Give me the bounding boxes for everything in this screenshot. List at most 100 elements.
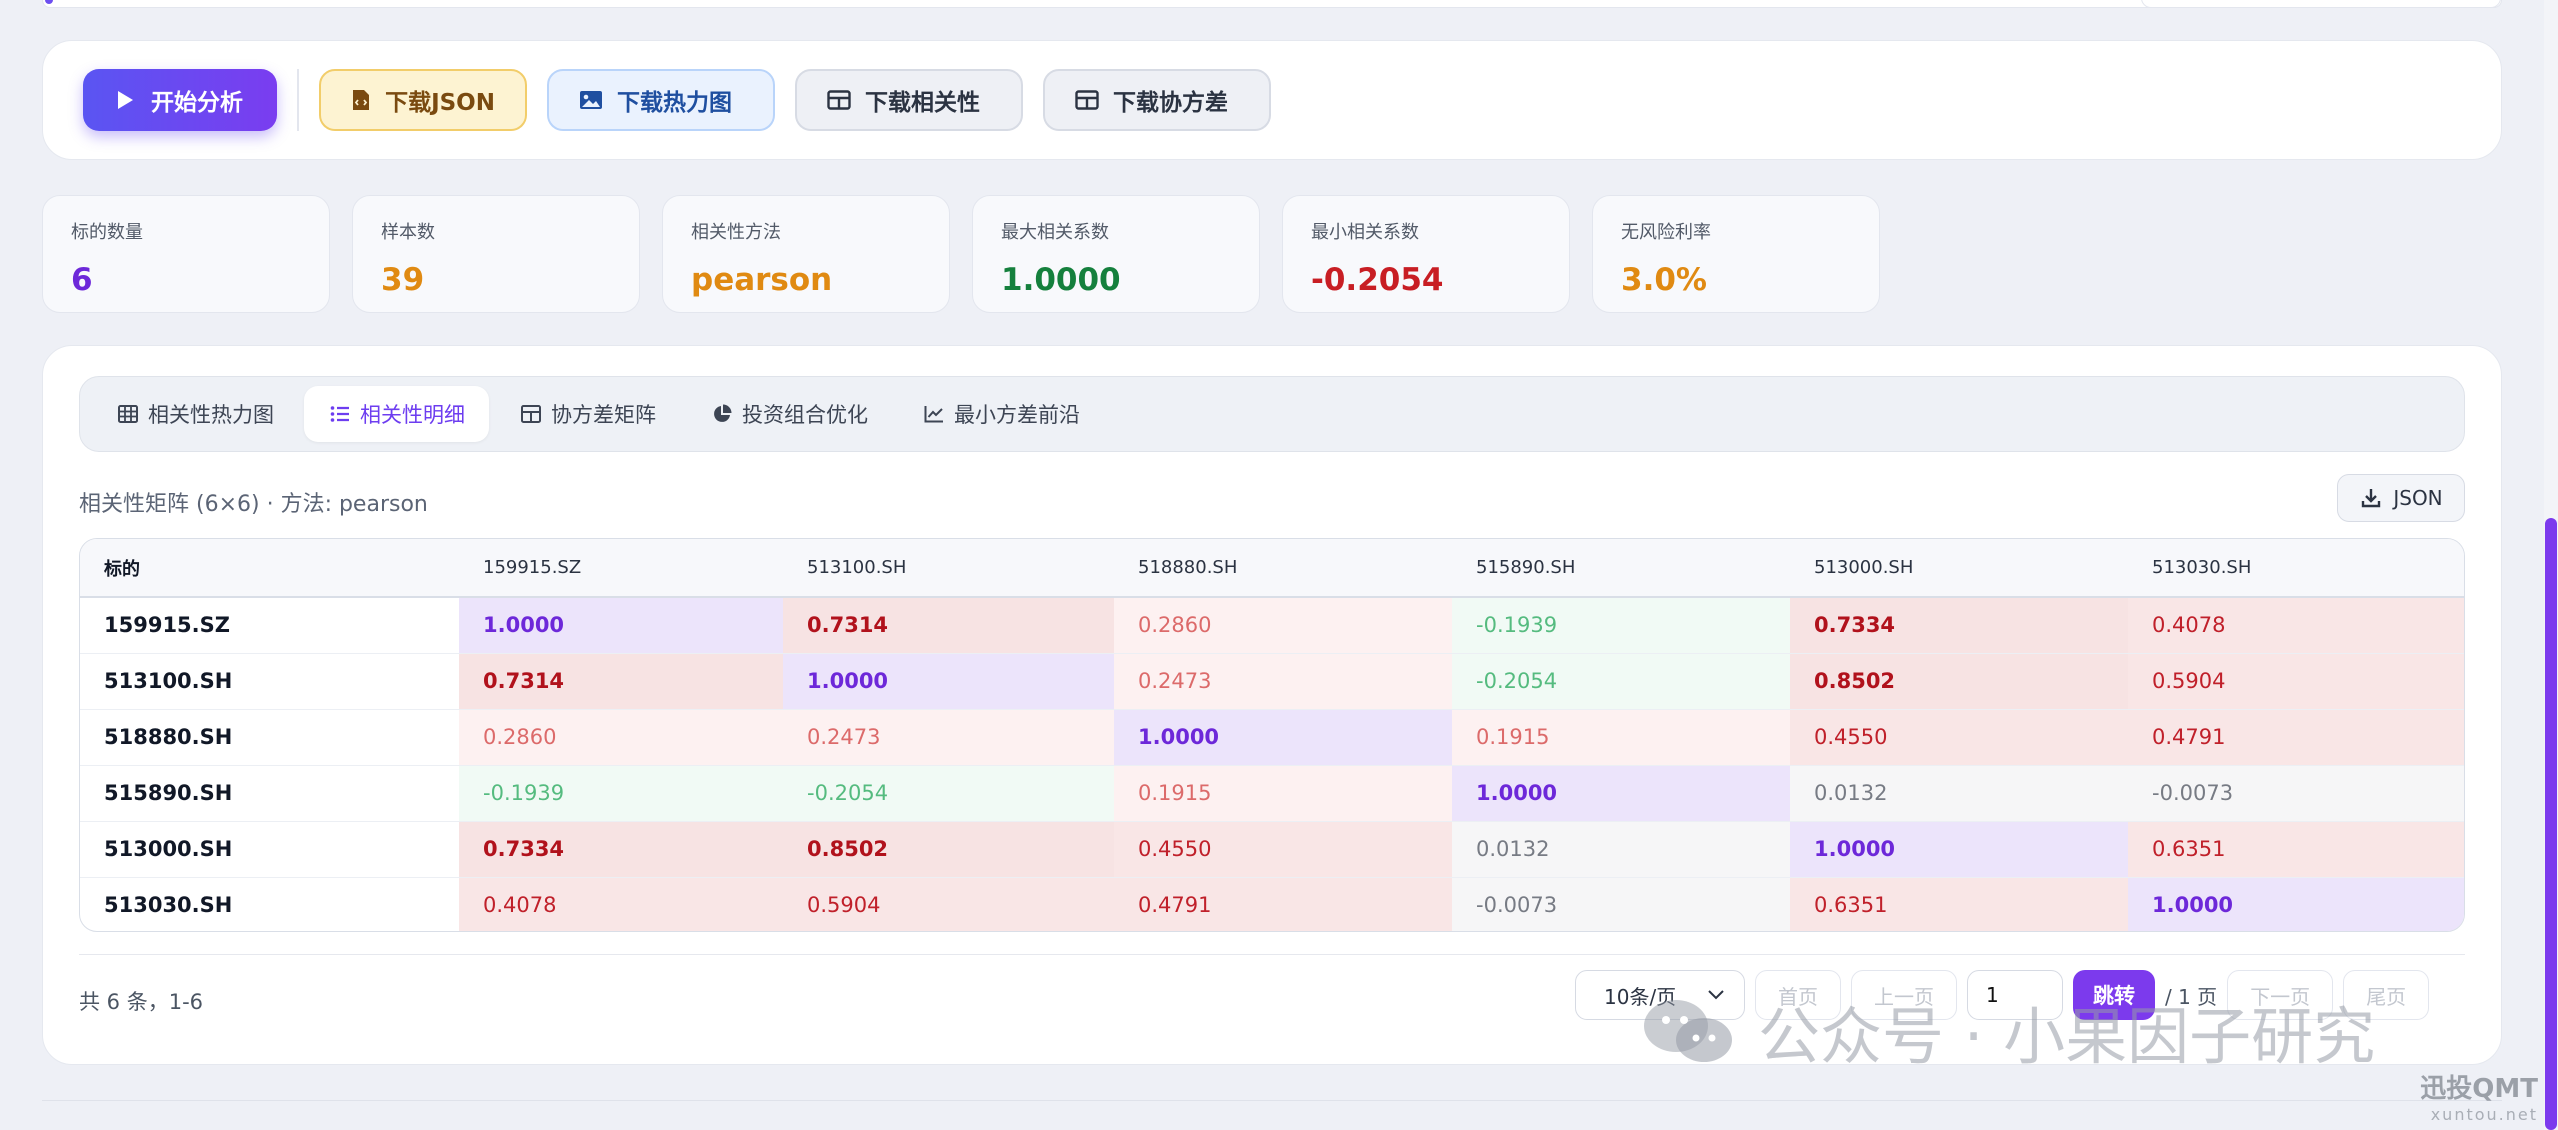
correlation-cell: 0.4791 xyxy=(2128,709,2464,766)
row-label: 513100.SH xyxy=(80,653,459,710)
download-json-button[interactable]: 下载JSON xyxy=(319,69,527,131)
row-label: 515890.SH xyxy=(80,765,459,822)
stat-value: pearson xyxy=(691,262,833,298)
stat-label: 相关性方法 xyxy=(691,222,781,243)
top-right-control[interactable] xyxy=(2141,0,2501,8)
download-covariance-button[interactable]: 下载协方差 xyxy=(1043,69,1271,131)
jump-button[interactable]: 跳转 xyxy=(2073,970,2155,1020)
column-header[interactable]: 513030.SH xyxy=(2128,539,2464,598)
tab-min-variance-frontier[interactable]: 最小方差前沿 xyxy=(898,386,1104,442)
correlation-cell: -0.2054 xyxy=(783,765,1114,822)
stat-value: 39 xyxy=(381,262,425,298)
brand-watermark: 迅投QMT xuntou.net xyxy=(2420,1068,2538,1124)
search-icon xyxy=(45,0,53,4)
pie-icon xyxy=(710,402,734,426)
download-heatmap-label: 下载热力图 xyxy=(617,90,732,116)
correlation-cell: 0.7314 xyxy=(459,653,783,710)
download-correlation-label: 下载相关性 xyxy=(865,90,980,116)
tab-label: 投资组合优化 xyxy=(742,403,868,427)
correlation-cell: 1.0000 xyxy=(1790,821,2128,878)
correlation-cell: 0.1915 xyxy=(1114,765,1452,822)
column-header[interactable]: 518880.SH xyxy=(1114,539,1452,598)
correlation-cell: 0.4791 xyxy=(1114,877,1452,931)
line-chart-icon xyxy=(922,402,946,426)
tab-correlation-detail[interactable]: 相关性明细 xyxy=(304,386,489,442)
row-label: 513000.SH xyxy=(80,821,459,878)
stat-card-sample-count: 样本数 39 xyxy=(352,195,640,313)
pagination: 10条/页 首页 上一页 跳转 / 1 页 下一页 尾页 xyxy=(1575,970,2430,1020)
correlation-cell: 0.0132 xyxy=(1790,765,2128,822)
correlation-cell: 1.0000 xyxy=(783,653,1114,710)
correlation-cell: 0.6351 xyxy=(2128,821,2464,878)
stat-value: 6 xyxy=(71,262,93,298)
stat-label: 最大相关系数 xyxy=(1001,222,1109,243)
column-header[interactable]: 159915.SZ xyxy=(459,539,783,598)
image-icon xyxy=(579,88,603,112)
result-tabs: 相关性热力图 相关性明细 协方差矩阵 投资组合优化 最小方差前沿 xyxy=(79,376,2465,452)
column-header[interactable]: 515890.SH xyxy=(1452,539,1790,598)
download-icon xyxy=(2359,486,2383,510)
row-label: 159915.SZ xyxy=(80,597,459,654)
top-search-strip xyxy=(42,0,2502,8)
export-json-label: JSON xyxy=(2393,486,2443,510)
start-analysis-label: 开始分析 xyxy=(151,90,243,116)
table-icon xyxy=(1075,88,1099,112)
correlation-cell: 0.1915 xyxy=(1452,709,1790,766)
stat-card-asset-count: 标的数量 6 xyxy=(42,195,330,313)
first-page-button[interactable]: 首页 xyxy=(1755,970,1841,1020)
matrix-title: 相关性矩阵 (6×6) · 方法: pearson xyxy=(79,492,428,517)
correlation-cell: 0.5904 xyxy=(783,877,1114,931)
correlation-cell: 0.2860 xyxy=(459,709,783,766)
brand-site: xuntou.net xyxy=(2430,1105,2538,1124)
page-number-input[interactable] xyxy=(1967,970,2063,1020)
results-panel: 相关性热力图 相关性明细 协方差矩阵 投资组合优化 最小方差前沿 相关性矩阵 (… xyxy=(42,345,2502,1065)
correlation-cell: 0.5904 xyxy=(2128,653,2464,710)
correlation-cell: 0.0132 xyxy=(1452,821,1790,878)
page-size-select[interactable]: 10条/页 xyxy=(1575,970,1745,1020)
correlation-cell: 1.0000 xyxy=(1452,765,1790,822)
list-icon xyxy=(328,402,352,426)
table-icon xyxy=(827,88,851,112)
start-analysis-button[interactable]: 开始分析 xyxy=(83,69,277,131)
tab-portfolio-optimization[interactable]: 投资组合优化 xyxy=(686,386,892,442)
play-icon xyxy=(113,88,137,112)
prev-page-button[interactable]: 上一页 xyxy=(1851,970,1957,1020)
row-label: 518880.SH xyxy=(80,709,459,766)
table-row: 518880.SH 0.2860 0.2473 1.0000 0.1915 0.4550 0… xyxy=(80,709,2464,766)
stat-label: 最小相关系数 xyxy=(1311,222,1419,243)
column-header[interactable]: 513100.SH xyxy=(783,539,1114,598)
tab-covariance-matrix[interactable]: 协方差矩阵 xyxy=(495,386,680,442)
stat-value: -0.2054 xyxy=(1311,262,1444,298)
toolbar-divider xyxy=(297,69,299,131)
stat-card-min-corr: 最小相关系数 -0.2054 xyxy=(1282,195,1570,313)
page-count: / 1 页 xyxy=(2165,984,2218,1009)
correlation-cell: 0.7334 xyxy=(459,821,783,878)
stat-card-max-corr: 最大相关系数 1.0000 xyxy=(972,195,1260,313)
stat-card-risk-free-rate: 无风险利率 3.0% xyxy=(1592,195,1880,313)
correlation-cell: 0.2473 xyxy=(1114,653,1452,710)
divider xyxy=(79,954,2465,955)
download-heatmap-button[interactable]: 下载热力图 xyxy=(547,69,775,131)
correlation-cell: 0.2860 xyxy=(1114,597,1452,654)
column-header[interactable]: 513000.SH xyxy=(1790,539,2128,598)
export-json-button[interactable]: JSON xyxy=(2337,474,2465,522)
correlation-cell: -0.1939 xyxy=(1452,597,1790,654)
correlation-cell: -0.0073 xyxy=(1452,877,1790,931)
tab-correlation-heatmap[interactable]: 相关性热力图 xyxy=(92,386,298,442)
table-header-row: 标的 159915.SZ 513100.SH 518880.SH 515890.… xyxy=(80,539,2464,598)
tab-label: 相关性热力图 xyxy=(148,403,274,427)
download-correlation-button[interactable]: 下载相关性 xyxy=(795,69,1023,131)
column-header[interactable]: 标的 xyxy=(80,539,459,598)
chevron-down-icon xyxy=(1704,983,1728,1007)
stat-value: 3.0% xyxy=(1621,262,1707,298)
last-page-button[interactable]: 尾页 xyxy=(2343,970,2430,1020)
scrollbar-thumb[interactable] xyxy=(2545,518,2557,1130)
next-page-button[interactable]: 下一页 xyxy=(2227,970,2334,1020)
scrollbar[interactable] xyxy=(2544,0,2558,1130)
tab-label: 协方差矩阵 xyxy=(551,403,656,427)
correlation-cell: 0.4078 xyxy=(2128,597,2464,654)
correlation-cell: 0.7334 xyxy=(1790,597,2128,654)
correlation-cell: -0.0073 xyxy=(2128,765,2464,822)
download-covariance-label: 下载协方差 xyxy=(1113,90,1228,116)
table-icon xyxy=(519,402,543,426)
